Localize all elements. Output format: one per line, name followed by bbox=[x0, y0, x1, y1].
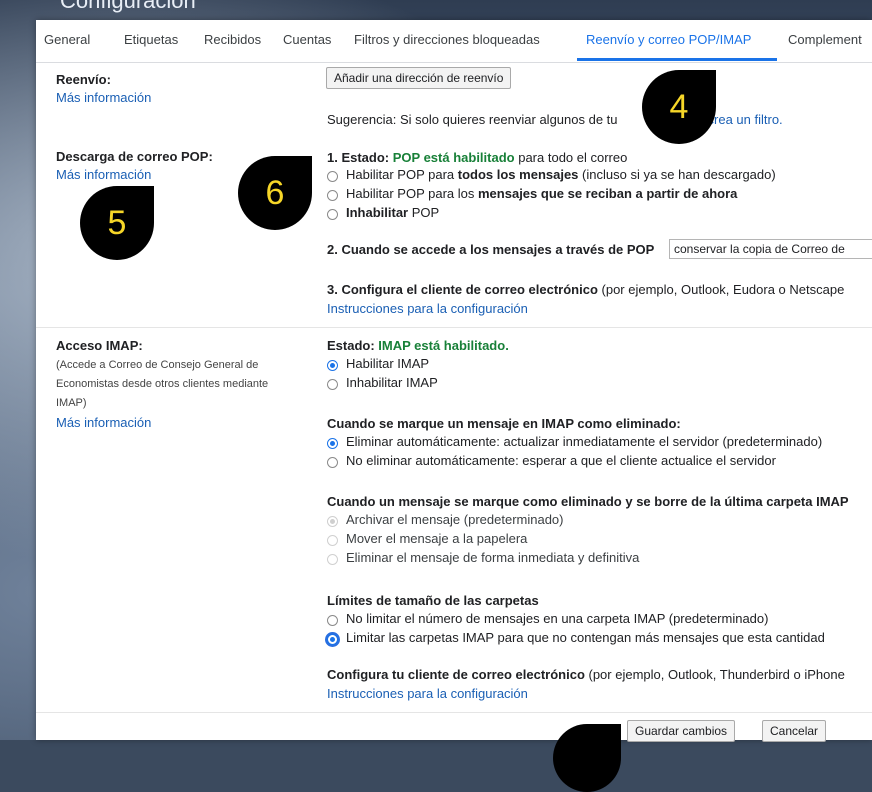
pop-option-all-bold: todos los mensajes bbox=[457, 167, 579, 182]
pop-access-label: 2. Cuando se accede a los mensajes a tra… bbox=[327, 242, 655, 257]
imap-delete-forever-label: Eliminar el mensaje de forma inmediata y… bbox=[346, 550, 640, 565]
pop-option-from-now: Habilitar POP para los mensajes que se r… bbox=[346, 186, 737, 201]
tab-addons[interactable]: Complement bbox=[788, 32, 862, 47]
imap-limit-label: Limitar las carpetas IMAP para que no co… bbox=[346, 630, 825, 645]
pop-config-bold: 3. Configura el cliente de correo electr… bbox=[327, 282, 598, 297]
imap-no-limit-radio[interactable] bbox=[327, 615, 338, 626]
create-filter-link[interactable]: crea un filtro. bbox=[708, 112, 783, 127]
imap-client-rest: (por ejemplo, Outlook, Thunderbird o iPh… bbox=[584, 667, 845, 682]
imap-description-line-2: Economistas desde otros clientes mediant… bbox=[56, 378, 269, 390]
tab-filters[interactable]: Filtros y direcciones bloqueadas bbox=[354, 32, 540, 47]
settings-panel: General Etiquetas Recibidos Cuentas Filt… bbox=[36, 20, 872, 742]
forwarding-label: Reenvío: bbox=[56, 72, 111, 87]
pop-disable-radio[interactable] bbox=[327, 209, 338, 220]
cancel-button[interactable]: Cancelar bbox=[762, 720, 827, 742]
imap-no-limit-label: No limitar el número de mensajes en una … bbox=[346, 611, 769, 626]
imap-more-info-link[interactable]: Más información bbox=[56, 415, 151, 430]
imap-status: Estado: IMAP está habilitado. bbox=[327, 338, 509, 353]
imap-no-auto-expunge-radio[interactable] bbox=[327, 457, 338, 468]
imap-disable-label: Inhabilitar IMAP bbox=[346, 375, 438, 390]
tab-forwarding-pop-imap[interactable]: Reenvío y correo POP/IMAP bbox=[586, 32, 751, 47]
imap-status-value: IMAP está habilitado. bbox=[378, 338, 509, 353]
pop-option-disable: Inhabilitar POP bbox=[346, 205, 439, 220]
imap-auto-expunge-label: Eliminar automáticamente: actualizar inm… bbox=[346, 434, 823, 449]
forwarding-more-info-link[interactable]: Más información bbox=[56, 90, 151, 105]
imap-description-line-3: IMAP) bbox=[56, 397, 87, 409]
tab-accounts[interactable]: Cuentas bbox=[283, 32, 331, 47]
imap-limit-radio[interactable] bbox=[327, 634, 338, 645]
tutorial-marker-6: 6 bbox=[238, 156, 312, 230]
section-divider bbox=[36, 327, 872, 328]
pop-option-disable-post: POP bbox=[408, 205, 440, 220]
pop-config-instructions-link[interactable]: Instrucciones para la configuración bbox=[327, 301, 528, 316]
imap-delete-forever-radio[interactable] bbox=[327, 554, 338, 565]
pop-download-label: Descarga de correo POP: bbox=[56, 149, 213, 164]
pop-access-select[interactable]: conservar la copia de Correo de bbox=[669, 239, 872, 259]
forwarding-tip-text: Sugerencia: Si solo quieres reenviar alg… bbox=[327, 112, 618, 127]
tab-general[interactable]: General bbox=[44, 32, 90, 47]
imap-client-config-text: Configura tu cliente de correo electróni… bbox=[327, 667, 845, 682]
tutorial-marker-partial bbox=[553, 724, 621, 792]
pop-from-now-radio[interactable] bbox=[327, 190, 338, 201]
imap-archive-radio[interactable] bbox=[327, 516, 338, 527]
pop-config-rest: (por ejemplo, Outlook, Eudora o Netscape bbox=[597, 282, 845, 297]
imap-archive-label: Archivar el mensaje (predeterminado) bbox=[346, 512, 564, 527]
imap-client-bold: Configura tu cliente de correo electróni… bbox=[327, 667, 585, 682]
tab-labels[interactable]: Etiquetas bbox=[124, 32, 178, 47]
active-tab-indicator bbox=[577, 58, 777, 61]
imap-config-instructions-link[interactable]: Instrucciones para la configuración bbox=[327, 686, 528, 701]
imap-auto-expunge-radio[interactable] bbox=[327, 438, 338, 449]
imap-deleted-title: Cuando se marque un mensaje en IMAP como… bbox=[327, 416, 681, 431]
tutorial-marker-4: 4 bbox=[642, 70, 716, 144]
imap-expunge-title: Cuando un mensaje se marque como elimina… bbox=[327, 494, 849, 509]
settings-tabs: General Etiquetas Recibidos Cuentas Filt… bbox=[36, 20, 872, 63]
imap-trash-label: Mover el mensaje a la papelera bbox=[346, 531, 528, 546]
pop-config-text: 3. Configura el cliente de correo electr… bbox=[327, 282, 844, 297]
tutorial-marker-6-number: 6 bbox=[265, 173, 285, 212]
pop-option-from-now-pre: Habilitar POP para los bbox=[346, 186, 478, 201]
window-title: Configuración bbox=[60, 0, 196, 13]
pop-option-all-post: (incluso si ya se han descargado) bbox=[578, 167, 776, 182]
pop-all-messages-radio[interactable] bbox=[327, 171, 338, 182]
tab-inbox[interactable]: Recibidos bbox=[204, 32, 261, 47]
imap-no-auto-expunge-label: No eliminar automáticamente: esperar a q… bbox=[346, 453, 776, 468]
pop-status-value: POP está habilitado bbox=[392, 150, 515, 165]
imap-enable-label: Habilitar IMAP bbox=[346, 356, 430, 371]
pop-option-disable-bold: Inhabilitar bbox=[346, 205, 409, 220]
save-changes-button[interactable]: Guardar cambios bbox=[627, 720, 736, 742]
pop-more-info-link[interactable]: Más información bbox=[56, 167, 151, 182]
add-forwarding-address-button[interactable]: Añadir una dirección de reenvío bbox=[326, 67, 512, 89]
pop-status-prefix: 1. Estado: bbox=[327, 150, 393, 165]
footer-divider bbox=[36, 712, 872, 713]
imap-enable-radio[interactable] bbox=[327, 360, 338, 371]
imap-trash-radio[interactable] bbox=[327, 535, 338, 546]
imap-limits-title: Límites de tamaño de las carpetas bbox=[327, 593, 539, 608]
imap-disable-radio[interactable] bbox=[327, 379, 338, 390]
pop-status: 1. Estado: POP está habilitado para todo… bbox=[327, 150, 627, 165]
pop-option-all: Habilitar POP para todos los mensajes (i… bbox=[346, 167, 776, 182]
tutorial-marker-5: 5 bbox=[80, 186, 154, 260]
pop-option-all-pre: Habilitar POP para bbox=[346, 167, 458, 182]
imap-access-label: Acceso IMAP: bbox=[56, 338, 143, 353]
imap-status-prefix: Estado: bbox=[327, 338, 379, 353]
imap-description-line-1: (Accede a Correo de Consejo General de bbox=[56, 359, 259, 371]
pop-status-suffix: para todo el correo bbox=[514, 150, 628, 165]
pop-option-from-now-bold: mensajes que se reciban a partir de ahor… bbox=[478, 186, 738, 201]
